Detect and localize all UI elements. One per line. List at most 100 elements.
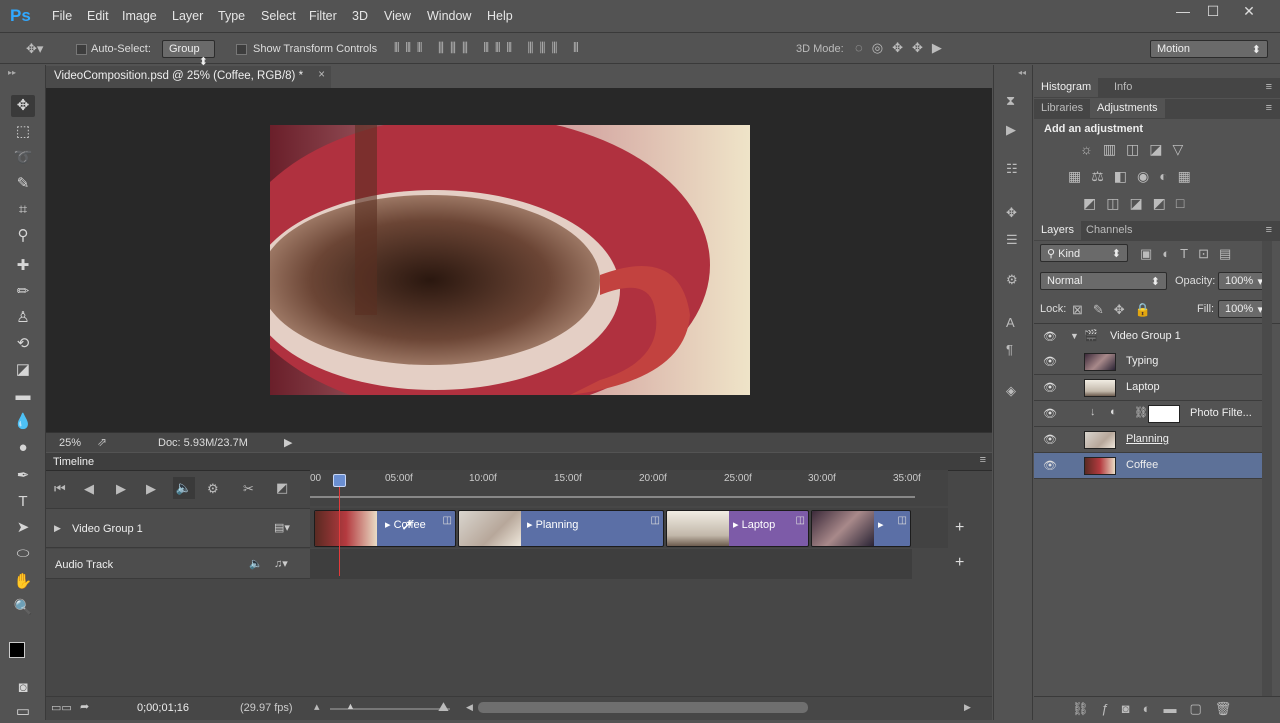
- audio-volume-icon[interactable]: 🔈: [249, 557, 263, 570]
- quick-mask-icon[interactable]: ◙: [11, 677, 35, 699]
- menu-file[interactable]: File: [52, 9, 72, 23]
- lasso-tool-icon[interactable]: ➰: [11, 147, 35, 169]
- collapse-icon[interactable]: ▸▸: [8, 68, 16, 77]
- next-frame-icon[interactable]: ▶: [146, 481, 156, 497]
- menu-help[interactable]: Help: [487, 9, 513, 23]
- eraser-tool-icon[interactable]: ◪: [11, 359, 35, 381]
- first-frame-icon[interactable]: ⏮: [54, 481, 66, 497]
- auto-select-checkbox[interactable]: [76, 44, 87, 55]
- show-transform-checkbox[interactable]: [236, 44, 247, 55]
- clip-planning[interactable]: ▸ Planning ◫: [458, 510, 664, 547]
- layer-row-typing[interactable]: 👁 Typing: [1034, 349, 1262, 375]
- collapse-icon[interactable]: ◂◂: [1018, 68, 1026, 77]
- pen-tool-icon[interactable]: ✒: [11, 465, 35, 487]
- crop-tool-icon[interactable]: ⌗: [11, 199, 35, 221]
- expand-track-icon[interactable]: ▶: [54, 523, 61, 534]
- prev-frame-icon[interactable]: ◀: [84, 481, 94, 497]
- layer-row-coffee[interactable]: 👁 Coffee: [1034, 453, 1262, 479]
- foreground-color-swatch[interactable]: [9, 642, 25, 658]
- brushes-icon[interactable]: ✥: [1006, 205, 1017, 221]
- layers-scrollbar[interactable]: [1262, 241, 1272, 696]
- layer-row-planning[interactable]: 👁 Planning: [1034, 427, 1262, 453]
- zoom-out-icon[interactable]: ▴: [314, 700, 320, 713]
- brush-tool-icon[interactable]: ✏: [11, 281, 35, 303]
- document-tab[interactable]: VideoComposition.psd @ 25% (Coffee, RGB/…: [46, 66, 331, 88]
- lock-icons[interactable]: ⊠✎✥🔒: [1072, 302, 1161, 318]
- stamp-tool-icon[interactable]: ♙: [11, 307, 35, 329]
- add-media-video-icon[interactable]: +: [955, 519, 964, 537]
- transition-icon[interactable]: ◩: [276, 480, 288, 496]
- blur-tool-icon[interactable]: 💧: [11, 411, 35, 433]
- panel-menu-icon[interactable]: ≡: [1266, 81, 1272, 93]
- export-icon[interactable]: ⇗: [97, 435, 107, 449]
- path-select-tool-icon[interactable]: ➤: [11, 517, 35, 539]
- visibility-eye-icon[interactable]: 👁: [1043, 407, 1057, 420]
- menu-view[interactable]: View: [384, 9, 411, 23]
- eyedropper-tool-icon[interactable]: ⚲: [11, 225, 35, 247]
- close-tab-icon[interactable]: ×: [318, 69, 325, 81]
- play-icon[interactable]: ▶: [116, 481, 126, 497]
- zoom-tool-icon[interactable]: 🔍: [11, 597, 35, 619]
- character-icon[interactable]: A: [1006, 315, 1015, 330]
- frame-animation-icon[interactable]: ▭▭: [51, 701, 72, 714]
- add-media-audio-icon[interactable]: +: [955, 554, 964, 572]
- scroll-left-icon[interactable]: ◀: [466, 702, 473, 713]
- menu-filter[interactable]: Filter: [309, 9, 337, 23]
- visibility-eye-icon[interactable]: 👁: [1043, 459, 1057, 472]
- shape-tool-icon[interactable]: ⬭: [11, 543, 35, 565]
- group-expand-icon[interactable]: ▼: [1070, 331, 1079, 341]
- layer-row-video-group[interactable]: 👁 ▼ 🎬 Video Group 1: [1034, 324, 1262, 350]
- menu-layer[interactable]: Layer: [172, 9, 203, 23]
- status-menu-arrow-icon[interactable]: ▶: [284, 436, 292, 449]
- actions-play-icon[interactable]: ▶: [1006, 122, 1016, 138]
- auto-select-dropdown[interactable]: Group ⬍: [162, 40, 215, 68]
- type-tool-icon[interactable]: T: [11, 491, 35, 513]
- hand-tool-icon[interactable]: ✋: [11, 571, 35, 593]
- layer-row-laptop[interactable]: 👁 Laptop: [1034, 375, 1262, 401]
- menu-window[interactable]: Window: [427, 9, 471, 23]
- tab-histogram[interactable]: Histogram: [1034, 78, 1099, 97]
- adjustment-icons-row2[interactable]: ▦⚖◧◉◐▦: [1068, 168, 1201, 185]
- menu-3d[interactable]: 3D: [352, 9, 368, 23]
- clip-laptop[interactable]: ▸ Laptop ◫: [666, 510, 809, 547]
- history-icon[interactable]: ⧗: [1006, 93, 1015, 109]
- tool-presets-icon[interactable]: ☰: [1006, 232, 1018, 248]
- zoom-slider-handle[interactable]: ▲: [346, 701, 355, 711]
- work-area-bar[interactable]: [310, 496, 915, 498]
- properties-icon[interactable]: ☷: [1006, 161, 1018, 177]
- clone-source-icon[interactable]: ⚙: [1006, 272, 1018, 288]
- minimize-button[interactable]: —: [1168, 3, 1198, 23]
- scroll-right-icon[interactable]: ▶: [964, 702, 971, 713]
- adjustment-icons-row3[interactable]: ◩◫◪◩□: [1083, 195, 1194, 212]
- history-brush-tool-icon[interactable]: ⟲: [11, 333, 35, 355]
- clip-typing[interactable]: ▸ ◫: [811, 510, 911, 547]
- adjustment-icons-row1[interactable]: ☼▥◫◪▽: [1080, 141, 1193, 158]
- layers-footer-icons[interactable]: ⛓ƒ◙◐▬▢🗑: [1072, 701, 1244, 717]
- canvas-image[interactable]: [270, 125, 750, 395]
- audio-track-lane[interactable]: [310, 549, 912, 579]
- render-video-icon[interactable]: ➦: [80, 700, 89, 713]
- quick-select-tool-icon[interactable]: ✎: [11, 173, 35, 195]
- visibility-eye-icon[interactable]: 👁: [1043, 330, 1057, 343]
- timeline-menu-icon[interactable]: ≡: [980, 454, 986, 466]
- layer-filter-icons[interactable]: ▣◐T⊡▤: [1140, 246, 1241, 262]
- move-tool-icon[interactable]: ✥▾: [26, 41, 43, 57]
- close-window-button[interactable]: ✕: [1234, 3, 1264, 23]
- split-scissors-icon[interactable]: ✂: [243, 481, 254, 497]
- move-tool-icon[interactable]: ✥: [11, 95, 35, 117]
- menu-edit[interactable]: Edit: [87, 9, 109, 23]
- zoom-level[interactable]: 25%: [59, 437, 81, 449]
- tab-adjustments[interactable]: Adjustments: [1090, 99, 1165, 118]
- 3d-cube-icon[interactable]: ◈: [1006, 383, 1016, 399]
- maximize-button[interactable]: ☐: [1198, 3, 1228, 23]
- visibility-eye-icon[interactable]: 👁: [1043, 381, 1057, 394]
- tab-layers[interactable]: Layers: [1034, 221, 1082, 240]
- zoom-in-icon[interactable]: ⛰: [438, 699, 449, 715]
- menu-image[interactable]: Image: [122, 9, 157, 23]
- timeline-scrollbar[interactable]: [478, 702, 808, 713]
- paragraph-icon[interactable]: ¶: [1006, 342, 1013, 357]
- audio-mute-icon[interactable]: 🔈: [173, 477, 195, 499]
- clip-coffee[interactable]: ▸ Coffee ◫: [314, 510, 456, 547]
- 3d-mode-icons[interactable]: ◌◎✥✥▶: [855, 40, 951, 56]
- dodge-tool-icon[interactable]: ●: [11, 437, 35, 459]
